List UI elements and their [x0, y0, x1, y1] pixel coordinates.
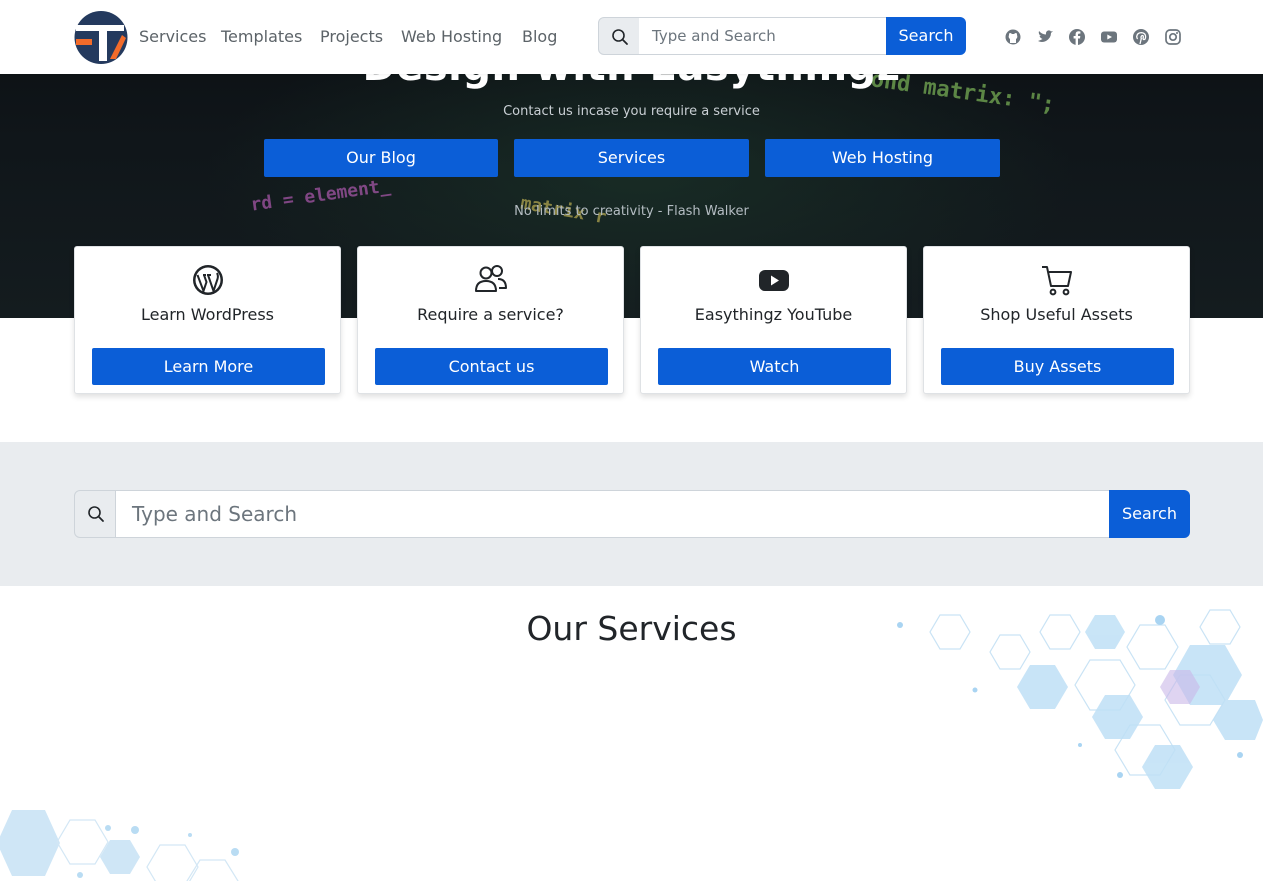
- buy-assets-button[interactable]: Buy Assets: [941, 348, 1174, 385]
- card-title: Require a service?: [417, 305, 564, 324]
- card-youtube: Easythingz YouTube Watch: [640, 246, 907, 394]
- card-require-service: Require a service? Contact us: [357, 246, 624, 394]
- nav-link-web-hosting[interactable]: Web Hosting: [401, 27, 502, 46]
- site-logo[interactable]: [74, 9, 128, 66]
- navbar: Services Templates Projects Web Hosting …: [0, 0, 1263, 74]
- nav-link-templates[interactable]: Templates: [221, 27, 302, 46]
- learn-more-button[interactable]: Learn More: [92, 348, 325, 385]
- card-shop-assets: Shop Useful Assets Buy Assets: [923, 246, 1190, 394]
- facebook-icon[interactable]: [1068, 28, 1086, 46]
- search-icon: [612, 29, 628, 45]
- nav-search-input[interactable]: Type and Search: [639, 17, 887, 55]
- search-addon: [74, 490, 116, 538]
- nav-search-button[interactable]: Search: [886, 17, 966, 55]
- card-icon-wrap: [641, 264, 906, 296]
- card-title: Easythingz YouTube: [694, 305, 853, 324]
- our-blog-button[interactable]: Our Blog: [264, 139, 498, 177]
- hero-subtitle: Contact us incase you require a service: [503, 104, 760, 119]
- nav-search-addon: [598, 17, 640, 55]
- search-icon: [88, 506, 104, 522]
- instagram-icon[interactable]: [1164, 28, 1182, 46]
- web-hosting-button[interactable]: Web Hosting: [765, 139, 1000, 177]
- nav-link-services[interactable]: Services: [139, 27, 206, 46]
- pinterest-icon[interactable]: [1132, 28, 1150, 46]
- search-band: Type and Search Search: [0, 442, 1263, 586]
- services-button[interactable]: Services: [514, 139, 749, 177]
- twitter-icon[interactable]: [1036, 28, 1054, 46]
- hero-quote: No limits to creativity - Flash Walker: [514, 204, 749, 219]
- nav-link-blog[interactable]: Blog: [522, 27, 557, 46]
- card-icon-wrap: [358, 264, 623, 296]
- youtube-icon: [758, 270, 789, 291]
- github-icon[interactable]: [1004, 28, 1022, 46]
- card-icon-wrap: [924, 264, 1189, 296]
- services-heading: Our Services: [526, 609, 737, 648]
- card-title: Learn WordPress: [140, 305, 275, 324]
- contact-us-button[interactable]: Contact us: [375, 348, 608, 385]
- youtube-icon[interactable]: [1100, 28, 1118, 46]
- watch-button[interactable]: Watch: [658, 348, 891, 385]
- nav-link-projects[interactable]: Projects: [320, 27, 383, 46]
- cart-icon: [1041, 266, 1072, 296]
- search-input[interactable]: Type and Search: [115, 490, 1110, 538]
- card-learn-wordpress: Learn WordPress Learn More: [74, 246, 341, 394]
- card-title: Shop Useful Assets: [980, 305, 1133, 324]
- card-icon-wrap: [75, 264, 340, 296]
- search-button[interactable]: Search: [1109, 490, 1190, 538]
- users-icon: [474, 265, 507, 292]
- hexagon-pattern-decoration: [0, 810, 239, 881]
- wordpress-icon: [192, 265, 223, 295]
